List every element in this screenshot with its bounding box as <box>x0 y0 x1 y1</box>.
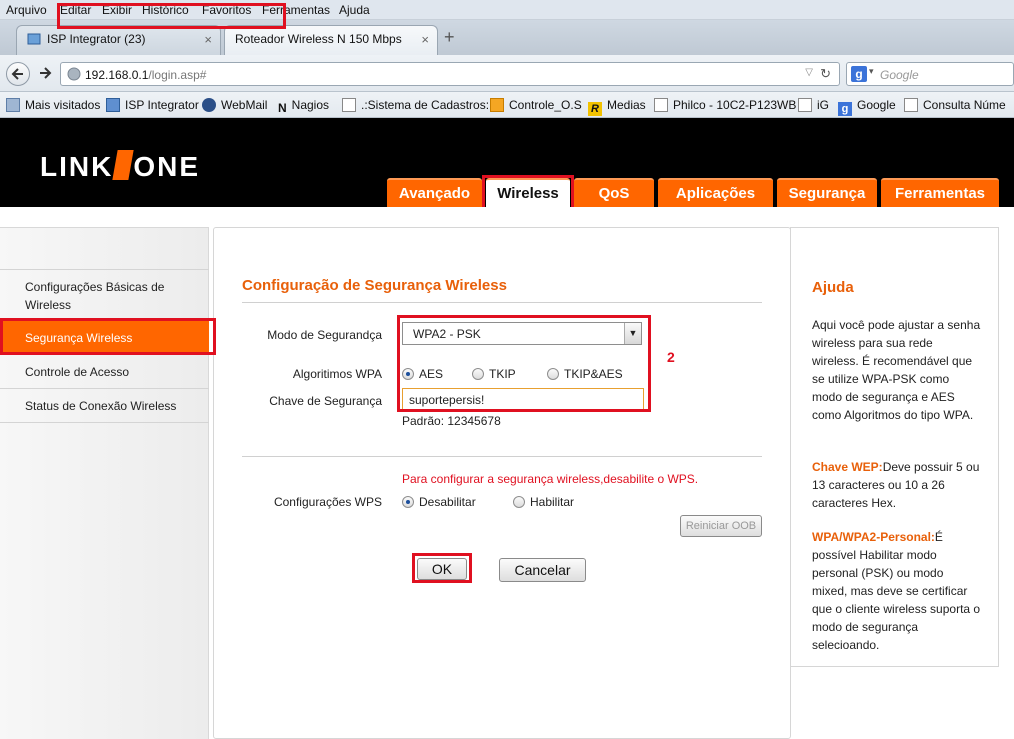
bookmark-sistema-cadastros[interactable]: .:Sistema de Cadastros:. <box>342 98 492 112</box>
tab-seguranca[interactable]: Segurança <box>777 178 877 207</box>
page-icon <box>6 98 20 112</box>
bookmark-consulta[interactable]: Consulta Núme <box>904 98 1006 112</box>
tab-label: Roteador Wireless N 150 Mbps <box>235 32 402 46</box>
help-wep: Chave WEP:Deve possuir 5 ou 13 caractere… <box>812 460 980 510</box>
bookmark-controle-os[interactable]: Controle_O.S <box>490 98 582 112</box>
algo-label: Algoritimos WPA <box>292 367 382 381</box>
ok-highlight-box <box>412 553 472 583</box>
help-intro: Aqui você pode ajustar a senha wireless … <box>812 318 981 422</box>
url-highlight-box <box>57 3 286 29</box>
bookmark-nagios[interactable]: N Nagios <box>278 98 329 115</box>
bookmark-philco[interactable]: Philco - 10C2-P123WB <box>654 98 796 112</box>
mode-label: Modo de Segurandça <box>267 328 382 342</box>
reload-icon[interactable]: ↻ <box>820 66 831 82</box>
logo-mark-icon <box>112 150 134 180</box>
wps-label: Configurações WPS <box>273 495 382 509</box>
reset-oob-button[interactable]: Reiniciar OOB <box>680 515 762 537</box>
back-button[interactable] <box>6 62 30 86</box>
close-tab-icon[interactable]: × <box>204 32 212 47</box>
bookmark-webmail[interactable]: WebMail <box>202 98 267 112</box>
search-placeholder: Google <box>880 68 919 82</box>
close-tab-icon[interactable]: × <box>421 32 429 47</box>
help-wpa: WPA/WPA2-Personal:É possível Habilitar m… <box>812 530 981 652</box>
medias-icon: R <box>588 102 602 116</box>
radio-checked-icon <box>402 496 414 508</box>
new-tab-button[interactable]: + <box>444 27 455 48</box>
bookmark-mais-visitados[interactable]: Mais visitados <box>6 98 100 112</box>
radio-wps-desabilitar[interactable]: Desabilitar <box>402 495 476 509</box>
forward-button[interactable] <box>34 62 56 86</box>
link-one-logo: LINK ONE <box>40 150 201 182</box>
bookmarks-bar: Mais visitados ISP Integrator WebMail NN… <box>0 92 1014 118</box>
tab-qos[interactable]: QoS <box>574 178 654 207</box>
menu-arquivo[interactable]: Arquivo <box>6 3 47 17</box>
tab-ferramentas[interactable]: Ferramentas <box>881 178 999 207</box>
divider <box>242 302 762 303</box>
page-title: Configuração de Segurança Wireless <box>242 277 507 294</box>
radio-unchecked-icon <box>513 496 525 508</box>
back-arrow-icon <box>11 68 23 80</box>
url-text: 192.168.0.1/login.asp# <box>85 68 207 82</box>
sidebar-item-config-basicas[interactable]: Configurações Básicas de Wireless <box>0 269 209 321</box>
default-key-text: Padrão: 12345678 <box>402 414 501 428</box>
blank-page-icon <box>798 98 812 112</box>
sidebar-item-controle-acesso[interactable]: Controle de Acesso <box>0 355 209 389</box>
sidebar-highlight-box <box>0 318 216 355</box>
globe-icon <box>67 67 81 84</box>
isp-favicon-icon <box>27 32 41 46</box>
menu-ajuda[interactable]: Ajuda <box>339 3 370 17</box>
sidebar-item-status-conexao[interactable]: Status de Conexão Wireless <box>0 389 209 423</box>
bookmark-google[interactable]: g Google <box>838 98 896 116</box>
tab-isp-integrator[interactable]: ISP Integrator (23) × <box>16 25 221 55</box>
google-icon: g <box>851 66 867 82</box>
nagios-icon: N <box>278 101 287 115</box>
blank-page-icon <box>654 98 668 112</box>
search-engine-dropdown-icon[interactable]: ▾ <box>869 66 874 77</box>
divider <box>242 456 762 457</box>
navigation-bar: 192.168.0.1/login.asp# ▽ ↻ g ▾ Google <box>0 55 1014 92</box>
bookmark-isp-integrator[interactable]: ISP Integrator <box>106 98 199 112</box>
tab-label: ISP Integrator (23) <box>47 32 146 46</box>
sidebar: Configurações Básicas de Wireless Segura… <box>0 227 209 739</box>
cancel-button[interactable]: Cancelar <box>499 558 586 582</box>
search-box[interactable]: g ▾ Google <box>846 62 1014 86</box>
key-label: Chave de Segurança <box>269 394 382 408</box>
tab-roteador[interactable]: Roteador Wireless N 150 Mbps × <box>224 25 438 55</box>
google-icon: g <box>838 102 852 116</box>
wps-warning: Para configurar a segurança wireless,des… <box>402 472 699 486</box>
wireless-tab-highlight <box>482 175 574 210</box>
isp-icon <box>106 98 120 112</box>
settings-highlight-box <box>397 315 651 412</box>
blank-page-icon <box>904 98 918 112</box>
blank-page-icon <box>342 98 356 112</box>
radio-wps-habilitar[interactable]: Habilitar <box>513 495 574 509</box>
address-bar[interactable]: 192.168.0.1/login.asp# ▽ ↻ <box>60 62 840 86</box>
step-annotation: 2 <box>667 349 675 365</box>
controle-icon <box>490 98 504 112</box>
forward-arrow-icon <box>40 67 52 79</box>
dropdown-arrow-icon[interactable]: ▽ <box>805 67 813 78</box>
webmail-icon <box>202 98 216 112</box>
bookmark-medias[interactable]: R Medias <box>588 98 646 116</box>
tab-aplicacoes[interactable]: Aplicações <box>658 178 773 207</box>
tab-avancado[interactable]: Avançado <box>387 178 482 207</box>
bookmark-ig[interactable]: iG <box>798 98 829 112</box>
help-title: Ajuda <box>812 279 854 296</box>
